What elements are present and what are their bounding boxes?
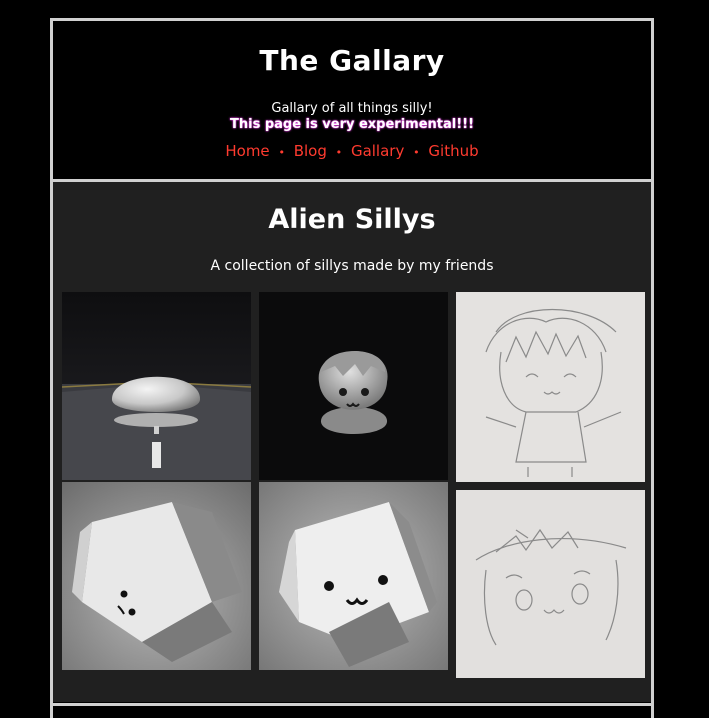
nav-separator: • <box>278 146 285 159</box>
pencil-owo-sketch <box>456 490 645 678</box>
gallery-section: Alien Sillys A collection of sillys made… <box>53 182 651 702</box>
page-container: The Gallary Gallary of all things silly!… <box>50 18 654 718</box>
nav-home-link[interactable]: Home <box>225 142 269 160</box>
site-tagline: Gallary of all things silly! <box>271 101 433 116</box>
footer-divider <box>53 703 651 706</box>
nav-gallary-link[interactable]: Gallary <box>351 142 404 160</box>
bust-face-render <box>259 292 448 480</box>
nav-blog-link[interactable]: Blog <box>294 142 327 160</box>
gallery-image-paper-cube-tilted[interactable] <box>62 482 251 670</box>
gallery-image-blob-road[interactable] <box>62 292 251 480</box>
gallery-image-paper-cube-face[interactable] <box>259 482 448 670</box>
section-title: Alien Sillys <box>268 204 436 235</box>
main-nav: Home • Blog • Gallary • Github <box>53 142 651 160</box>
paper-cube-tilted <box>62 482 251 670</box>
nav-separator: • <box>335 146 343 159</box>
paper-cube-face <box>259 482 448 670</box>
gallery-image-owo-sketch[interactable] <box>456 490 645 678</box>
blob-road-render <box>62 292 251 480</box>
site-title: The Gallary <box>259 44 445 77</box>
section-description: A collection of sillys made by my friend… <box>210 258 494 274</box>
site-header: The Gallary Gallary of all things silly!… <box>53 21 651 179</box>
nav-github-link[interactable]: Github <box>428 142 478 160</box>
experimental-warning: This page is very experimental!!! <box>229 117 475 132</box>
pencil-chibi-sketch <box>456 292 645 482</box>
nav-separator: • <box>413 146 420 159</box>
gallery-image-chibi-sketch[interactable] <box>456 292 645 482</box>
gallery-image-bust[interactable] <box>259 292 448 480</box>
